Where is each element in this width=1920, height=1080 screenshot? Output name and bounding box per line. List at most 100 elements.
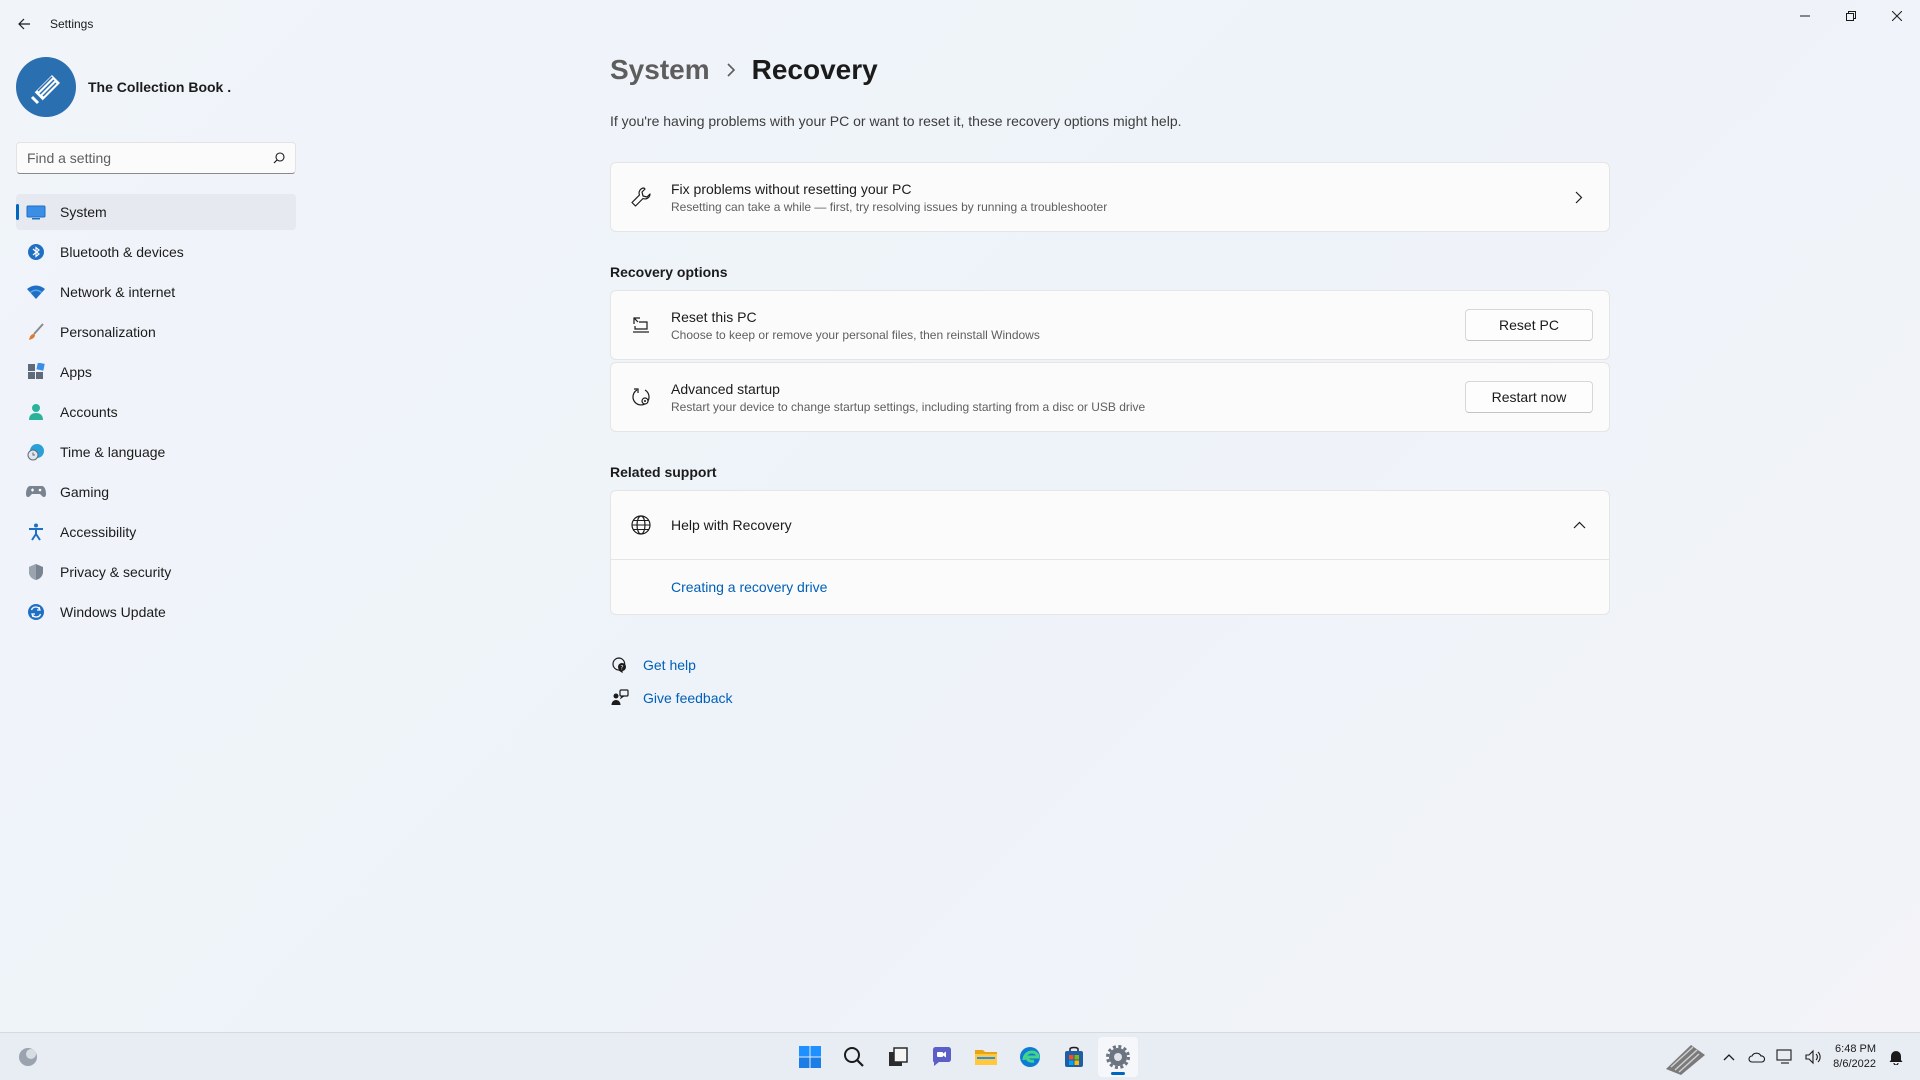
sidebar-nav: System Bluetooth & devices Network & int…	[16, 194, 296, 634]
give-feedback-row[interactable]: Give feedback	[610, 681, 733, 714]
task-view-icon	[889, 1047, 908, 1066]
title-bar: Settings	[0, 0, 1920, 48]
help-with-recovery-expander: Help with Recovery Creating a recovery d…	[610, 490, 1610, 615]
search-icon	[844, 1047, 864, 1067]
sidebar-item-gaming[interactable]: Gaming	[16, 474, 296, 510]
help-links: ? Get help Give feedback	[610, 648, 733, 714]
sidebar-item-label: Personalization	[60, 324, 156, 340]
chevron-up-icon	[1723, 1054, 1735, 1061]
back-button[interactable]	[10, 10, 38, 38]
sidebar-item-bluetooth[interactable]: Bluetooth & devices	[16, 234, 296, 270]
book-logo-icon	[30, 75, 60, 105]
file-explorer-button[interactable]	[966, 1037, 1006, 1077]
sidebar-item-label: Gaming	[60, 484, 110, 500]
chevron-right-icon	[726, 63, 736, 77]
expander-body: Creating a recovery drive	[611, 559, 1609, 614]
sidebar-item-accounts[interactable]: Accounts	[16, 394, 296, 430]
start-icon	[799, 1046, 821, 1068]
chat-button[interactable]	[922, 1037, 962, 1077]
get-help-icon: ?	[610, 655, 630, 675]
weather-icon	[19, 1048, 37, 1066]
chat-icon	[933, 1047, 951, 1066]
profile-name: The Collection Book .	[88, 79, 232, 95]
close-icon	[1892, 11, 1902, 21]
expander-header[interactable]: Help with Recovery	[611, 491, 1609, 559]
get-help-row[interactable]: ? Get help	[610, 648, 733, 681]
sidebar-item-accessibility[interactable]: Accessibility	[16, 514, 296, 550]
taskbar-search-button[interactable]	[834, 1037, 874, 1077]
chevron-up-icon[interactable]	[1565, 511, 1593, 539]
sidebar-item-windows-update[interactable]: Windows Update	[16, 594, 296, 630]
sidebar-item-privacy[interactable]: Privacy & security	[16, 554, 296, 590]
sidebar-item-label: Time & language	[60, 444, 166, 460]
advanced-startup-card: Advanced startup Restart your device to …	[610, 362, 1610, 432]
minimize-button[interactable]	[1782, 0, 1828, 32]
gamepad-icon	[26, 482, 46, 502]
edge-button[interactable]	[1010, 1037, 1050, 1077]
svg-text:?: ?	[620, 664, 623, 671]
reset-pc-button[interactable]: Reset PC	[1465, 309, 1593, 341]
settings-window: Settings The Collection Book . Find a se…	[0, 0, 1920, 1032]
clock[interactable]: 6:48 PM 8/6/2022	[1833, 1042, 1876, 1072]
watermark-book-icon	[1661, 1037, 1711, 1077]
sidebar-item-system[interactable]: System	[16, 194, 296, 230]
creating-recovery-drive-link[interactable]: Creating a recovery drive	[671, 579, 827, 595]
page-title: Recovery	[751, 54, 878, 85]
restore-button[interactable]	[1828, 0, 1874, 32]
reset-pc-icon	[627, 311, 655, 339]
sidebar-item-label: Accounts	[60, 404, 118, 420]
network-monitor-icon[interactable]	[1773, 1045, 1797, 1069]
wrench-icon	[627, 183, 655, 211]
reset-pc-card: Reset this PC Choose to keep or remove y…	[610, 290, 1610, 360]
sidebar-item-network[interactable]: Network & internet	[16, 274, 296, 310]
give-feedback-link[interactable]: Give feedback	[643, 690, 733, 706]
sidebar-item-apps[interactable]: Apps	[16, 354, 296, 390]
store-button[interactable]	[1054, 1037, 1094, 1077]
back-arrow-icon	[18, 18, 30, 30]
shield-icon	[26, 562, 46, 582]
edge-icon	[1020, 1047, 1040, 1067]
close-button[interactable]	[1874, 0, 1920, 32]
sidebar-item-personalization[interactable]: Personalization	[16, 314, 296, 350]
advanced-startup-description: Restart your device to change startup se…	[671, 399, 1146, 414]
reset-pc-description: Choose to keep or remove your personal f…	[671, 327, 1040, 342]
restore-icon	[1846, 11, 1856, 21]
avatar	[16, 57, 76, 117]
start-button[interactable]	[790, 1037, 830, 1077]
fix-problems-title: Fix problems without resetting your PC	[671, 180, 912, 197]
volume-icon[interactable]	[1801, 1045, 1825, 1069]
user-profile[interactable]: The Collection Book .	[16, 57, 231, 117]
update-icon	[26, 602, 46, 622]
search-input[interactable]	[17, 150, 263, 166]
search-icon[interactable]	[263, 152, 295, 164]
advanced-startup-icon	[627, 383, 655, 411]
show-hidden-icons-button[interactable]	[1717, 1045, 1741, 1069]
sidebar-item-label: System	[60, 204, 107, 220]
notifications-button[interactable]	[1884, 1045, 1908, 1069]
clock-time: 6:48 PM	[1835, 1043, 1876, 1055]
widgets-button[interactable]	[16, 1045, 40, 1069]
settings-button[interactable]	[1098, 1037, 1138, 1077]
breadcrumb: System Recovery	[610, 54, 878, 86]
wifi-icon	[26, 282, 46, 302]
accessibility-icon	[26, 522, 46, 542]
minimize-icon	[1800, 15, 1810, 17]
sidebar-item-label: Accessibility	[60, 524, 137, 540]
get-help-link[interactable]: Get help	[643, 657, 696, 673]
onedrive-icon[interactable]	[1745, 1045, 1769, 1069]
accounts-icon	[26, 402, 46, 422]
sidebar-item-time-language[interactable]: Time & language	[16, 434, 296, 470]
task-view-button[interactable]	[878, 1037, 918, 1077]
restart-now-button[interactable]: Restart now	[1465, 381, 1593, 413]
file-explorer-icon	[975, 1050, 997, 1065]
clock-date: 8/6/2022	[1833, 1058, 1876, 1070]
apps-icon	[26, 362, 46, 382]
fix-problems-card[interactable]: Fix problems without resetting your PC R…	[610, 162, 1610, 232]
brush-icon	[26, 322, 46, 342]
advanced-startup-title: Advanced startup	[671, 380, 780, 397]
breadcrumb-parent[interactable]: System	[610, 54, 710, 86]
page-subtitle: If you're having problems with your PC o…	[610, 113, 1182, 129]
store-icon	[1065, 1046, 1083, 1067]
window-controls	[1782, 0, 1920, 32]
search-box	[16, 142, 296, 174]
